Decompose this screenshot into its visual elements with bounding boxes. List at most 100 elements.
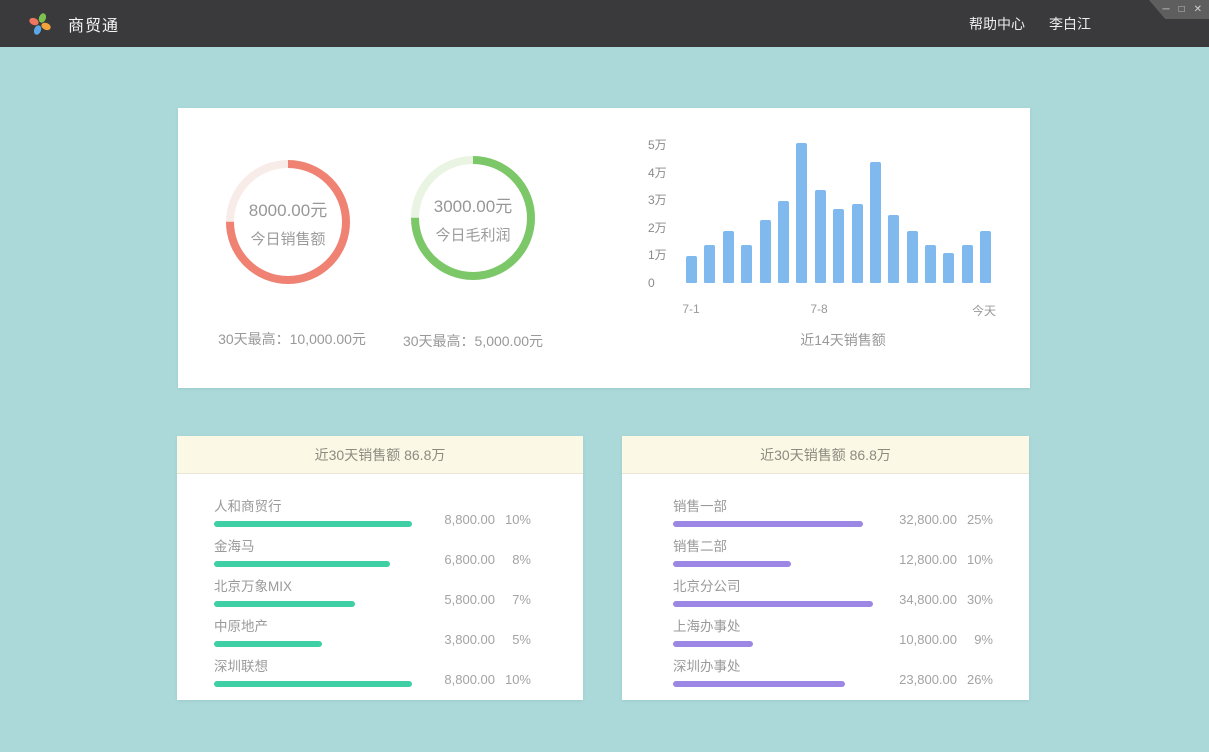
row-bar [673,641,753,647]
daily-bar [980,231,991,283]
row-percent: 10% [957,553,993,567]
department-panel-title: 近30天销售额 86.8万 [622,436,1029,474]
row-bar [673,521,863,527]
daily-bar [760,220,771,283]
today-profit-donut: 3000.00元 今日毛利润 [403,148,543,288]
username-menu[interactable]: 李白江 [1049,14,1091,34]
row-bar [673,561,791,567]
customer-panel-title: 近30天销售额 86.8万 [177,436,583,474]
row-percent: 25% [957,513,993,527]
row-label: 金海马 [214,535,390,555]
daily-bar [870,162,881,283]
daily-bars [686,142,991,283]
daily-bar [704,245,715,283]
profit-30d-max: 30天最高：5,000.00元 [353,331,593,351]
row-value: 34,800.00 [891,593,957,607]
department-sales-panel: 近30天销售额 86.8万 销售一部 32,800.0025% 销售二部 12,800… [622,436,1029,700]
row-label: 销售一部 [673,495,863,515]
row-bar [214,561,390,567]
window-controls: ─ □ ✕ [1149,0,1209,19]
row-label: 销售二部 [673,535,791,555]
titlebar: 商贸通 帮助中心 李白江 ─ □ ✕ [0,0,1209,47]
list-item: 销售二部 12,800.0010% [673,527,993,567]
list-item: 北京分公司 34,800.0030% [673,567,993,607]
row-value: 6,800.00 [429,553,495,567]
list-item: 中原地产 3,800.005% [214,607,531,647]
daily-bar [943,253,954,283]
row-value: 8,800.00 [429,513,495,527]
list-item: 销售一部 32,800.0025% [673,487,993,527]
row-label: 上海办事处 [673,615,753,635]
titlebar-nav: 帮助中心 李白江 [969,14,1091,34]
daily-bar [833,209,844,283]
daily-bar [778,201,789,283]
row-value: 23,800.00 [891,673,957,687]
y-tick-label: 5万 [648,138,682,152]
app-window: 商贸通 帮助中心 李白江 ─ □ ✕ 8000.00元 今日销售额 30天最高：… [0,0,1209,752]
list-item: 人和商贸行 8,800.0010% [214,487,531,527]
y-tick-label: 4万 [648,166,682,180]
today-profit-value: 3000.00元 [434,192,512,217]
daily-chart-caption: 近14天销售额 [723,330,963,350]
row-bar [214,681,412,687]
daily-chart-y-axis: 5万 4万 3万 2万 1万 0 [648,138,682,290]
x-tick-today: 今天 [972,302,996,319]
row-bar [214,641,322,647]
daily-bar [741,245,752,283]
row-label: 人和商贸行 [214,495,412,515]
list-item: 上海办事处 10,800.009% [673,607,993,647]
row-value: 8,800.00 [429,673,495,687]
daily-bar [852,204,863,283]
help-center-link[interactable]: 帮助中心 [969,14,1025,34]
x-tick-mid-day: 7-8 [810,302,827,316]
row-percent: 30% [957,593,993,607]
x-tick-first-day: 7-1 [682,302,699,316]
minimize-icon[interactable]: ─ [1162,5,1169,15]
customer-sales-panel: 近30天销售额 86.8万 人和商贸行8,800.0010%金海马6,800.0… [177,436,583,700]
row-label: 深圳联想 [214,655,412,675]
close-icon[interactable]: ✕ [1194,5,1202,15]
y-tick-label: 3万 [648,193,682,207]
pinwheel-logo-icon [27,11,53,37]
daily-bar [962,245,973,283]
list-item: 深圳办事处 23,800.0026% [673,647,993,687]
row-percent: 10% [495,513,531,527]
row-value: 10,800.00 [891,633,957,647]
maximize-icon[interactable]: □ [1179,5,1185,15]
row-bar [673,681,845,687]
app-title: 商贸通 [68,12,119,36]
daily-bar [686,256,697,283]
row-percent: 5% [495,633,531,647]
panel-rows-1: 销售一部 32,800.0025% 销售二部 12,800.0010% 北京分公司 34,… [622,474,1029,687]
row-value: 12,800.00 [891,553,957,567]
row-label: 北京万象MIX [214,575,355,595]
list-item: 金海马6,800.008% [214,527,531,567]
list-item: 深圳联想 8,800.0010% [214,647,531,687]
row-bar [673,601,873,607]
daily-bar [796,143,807,283]
row-percent: 10% [495,673,531,687]
daily-bar [907,231,918,283]
row-percent: 26% [957,673,993,687]
daily-bar [888,215,899,284]
row-label: 深圳办事处 [673,655,845,675]
today-sales-value: 8000.00元 [249,196,327,221]
daily-bar [815,190,826,283]
row-label: 中原地产 [214,615,322,635]
daily-bar [723,231,734,283]
row-percent: 7% [495,593,531,607]
list-item: 北京万象MIX 5,800.007% [214,567,531,607]
y-tick-label: 0 [648,276,682,290]
daily-bar [925,245,936,283]
row-value: 32,800.00 [891,513,957,527]
y-tick-label: 1万 [648,248,682,262]
row-bar [214,601,355,607]
row-value: 3,800.00 [429,633,495,647]
row-label: 北京分公司 [673,575,873,595]
today-sales-donut: 8000.00元 今日销售额 [218,152,358,292]
y-tick-label: 2万 [648,221,682,235]
row-value: 5,800.00 [429,593,495,607]
panel-rows-0: 人和商贸行8,800.0010%金海马6,800.008%北京万象MIX5,80… [177,474,583,687]
row-percent: 9% [957,633,993,647]
row-bar [214,521,412,527]
